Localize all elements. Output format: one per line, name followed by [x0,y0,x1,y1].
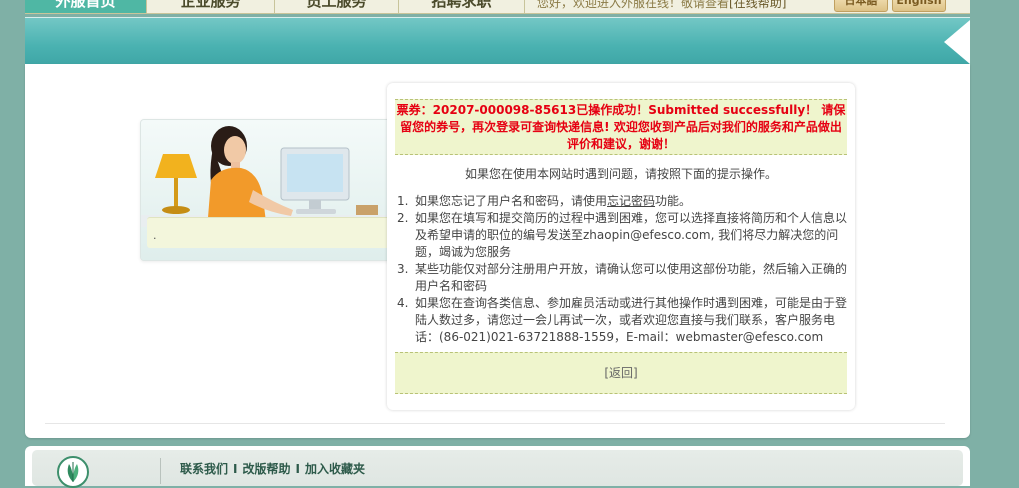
footer-divider [160,458,161,484]
back-bar: [返回] [395,352,847,394]
help-item-number: 1. [397,194,409,208]
footer-separator: I [233,462,238,476]
contact-us-link[interactable]: 联系我们 [180,462,228,476]
top-navigation: 外服首页 企业服务 员工服务 招聘求职 您好，欢迎进入外服在线！敬请查看[在线帮… [25,0,970,14]
help-item-resume-submission: 2. 如果您在填写和提交简历的过程中遇到困难，您可以选择直接将简历和个人信息以及… [395,210,847,261]
help-item-number: 2. [397,211,409,225]
tab-home[interactable]: 外服首页 [25,0,147,13]
tab-employee-services[interactable]: 员工服务 [275,0,399,13]
help-item-text: 如果您在填写和提交简历的过程中遇到困难，您可以选择直接将简历和个人信息以及希望申… [415,211,848,259]
help-list: 1. 如果您忘记了用户名和密码，请使用忘记密码功能。 2. 如果您在填写和提交简… [395,193,847,346]
header-banner [25,17,970,65]
welcome-message: 您好，欢迎进入外服在线！敬请查看[在线帮助] [537,0,786,11]
success-message: 票券：20207-000098-85613已操作成功！Submitted suc… [395,99,847,155]
forgot-password-link[interactable]: 忘记密码 [607,194,655,208]
japanese-language-button[interactable]: 日本語 [834,0,888,12]
help-item-text: 如果您在查询各类信息、参加雇员活动或进行其他操作时遇到困难，可能是由于登陆人数过… [415,296,848,344]
back-link[interactable]: [返回] [604,366,637,380]
help-item-number: 4. [397,296,409,310]
footer: 联系我们 I 改版帮助 I 加入收藏夹 [25,446,970,488]
help-item-text: 某些功能仅对部分注册用户开放，请确认您可以使用这部份功能，然后输入正确的用户名和… [415,262,848,293]
main-content: . 票券：20207-000098-85613已操作成功！Submitted s… [25,64,970,438]
content-divider [45,423,945,424]
help-item-forgot-password: 1. 如果您忘记了用户名和密码，请使用忘记密码功能。 [395,193,847,210]
help-item-text: 功能。 [655,194,692,208]
footer-links: 联系我们 I 改版帮助 I 加入收藏夹 [180,460,365,477]
message-panel: 票券：20207-000098-85613已操作成功！Submitted suc… [387,83,855,410]
help-item-contact: 4. 如果您在查询各类信息、参加雇员活动或进行其他操作时遇到困难，可能是由于登陆… [395,295,847,346]
english-language-button[interactable]: English [892,0,946,12]
help-item-registered-users: 3. 某些功能仅对部分注册用户开放，请确认您可以使用这部份功能，然后输入正确的用… [395,261,847,295]
tab-recruitment[interactable]: 招聘求职 [399,0,525,13]
help-intro-text: 如果您在使用本网站时遇到问题，请按照下面的提示操作。 [464,167,777,181]
welcome-text: 您好，欢迎进入外服在线！敬请查看 [537,0,730,10]
efesco-logo-icon [57,456,89,488]
banner-notch-decoration [944,20,970,64]
redesign-help-link[interactable]: 改版帮助 [242,462,290,476]
footer-separator: I [295,462,300,476]
help-item-number: 3. [397,262,409,276]
add-to-favorites-link[interactable]: 加入收藏夹 [305,462,365,476]
illustration-caption-bar: . [147,217,392,248]
tab-enterprise-services[interactable]: 企业服务 [147,0,275,13]
help-item-text: 如果您忘记了用户名和密码，请使用 [415,194,608,208]
caption-text: . [153,229,157,242]
online-help-link[interactable]: [在线帮助] [729,0,786,10]
